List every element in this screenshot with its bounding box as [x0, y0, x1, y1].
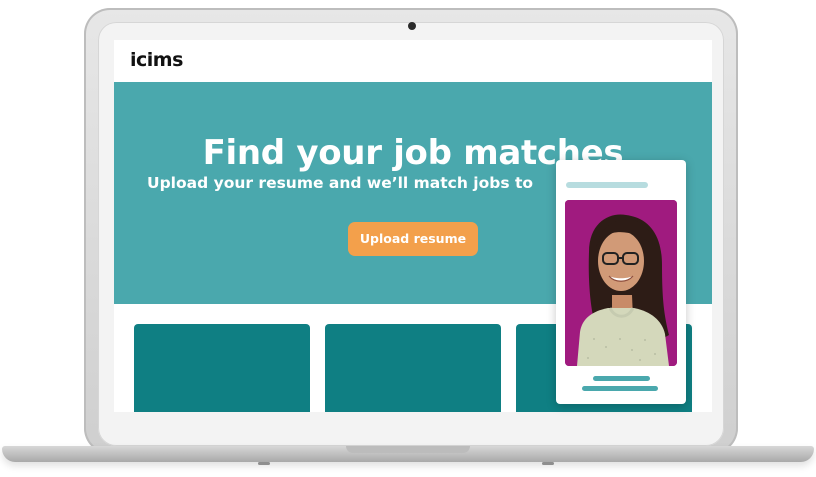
- laptop-mockup: icims Find your job matches Upload your …: [0, 0, 816, 477]
- job-card[interactable]: [325, 324, 501, 412]
- profile-text-line: [593, 376, 650, 381]
- camera-icon: [408, 22, 416, 30]
- profile-text-line: [582, 386, 658, 391]
- job-card[interactable]: [134, 324, 310, 412]
- candidate-profile-photo: [565, 200, 677, 366]
- laptop-foot: [542, 462, 554, 465]
- mobile-profile-card: [556, 160, 686, 404]
- site-header: icims: [114, 40, 712, 82]
- hero-subtitle: Upload your resume and we’ll match jobs …: [147, 174, 534, 192]
- phone-header-placeholder: [566, 182, 648, 188]
- laptop-foot: [258, 462, 270, 465]
- icims-logo[interactable]: icims: [130, 49, 183, 71]
- upload-resume-button[interactable]: Upload resume: [348, 222, 478, 256]
- laptop-trackpad-notch: [346, 446, 470, 453]
- person-photo: [565, 200, 677, 366]
